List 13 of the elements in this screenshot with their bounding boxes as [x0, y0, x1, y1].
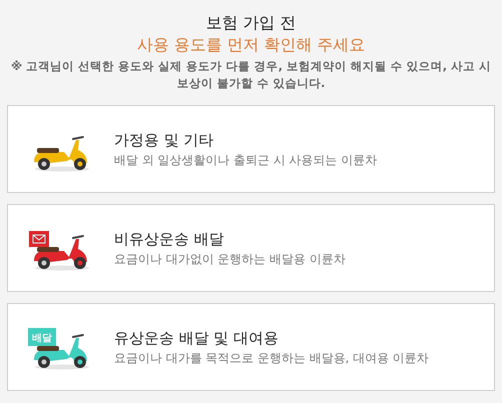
option-card[interactable]: 비유상운송 배달 요금이나 대가없이 운행하는 배달용 이륜차: [7, 204, 495, 292]
box-label: 배달: [32, 333, 52, 344]
page-subtitle: 사용 용도를 먼저 확인해 주세요: [136, 34, 366, 56]
option-title: 가정용 및 기타: [114, 130, 215, 150]
option-title: 유상운송 배달 및 대여용: [114, 328, 280, 348]
option-description: 요금이나 대가를 목적으로 운행하는 배달용, 대여용 이륜차: [114, 350, 429, 366]
option-description: 요금이나 대가없이 운행하는 배달용 이륜차: [114, 250, 346, 268]
option-description: 배달 외 일상생활이나 출퇴근 시 사용되는 이륜차: [114, 152, 377, 168]
page-title: 보험 가입 전: [204, 12, 298, 34]
option-card[interactable]: 배달 유상운송 배달 및 대여용 요금이나 대가를 목적으로 운행하는 배달용, 대여용 이륜차: [7, 303, 495, 391]
option-title: 비유상운송 배달: [114, 228, 225, 248]
notice-text: ※ 고객님이 선택한 용도와 실제 용도가 다를 경우, 보험계약이 해지될 수 있으며, 사고 시 보상이 불가할 수 있습니다.: [10, 58, 492, 92]
option-card[interactable]: 가정용 및 기타 배달 외 일상생활이나 출퇴근 시 사용되는 이륜차: [7, 105, 495, 193]
